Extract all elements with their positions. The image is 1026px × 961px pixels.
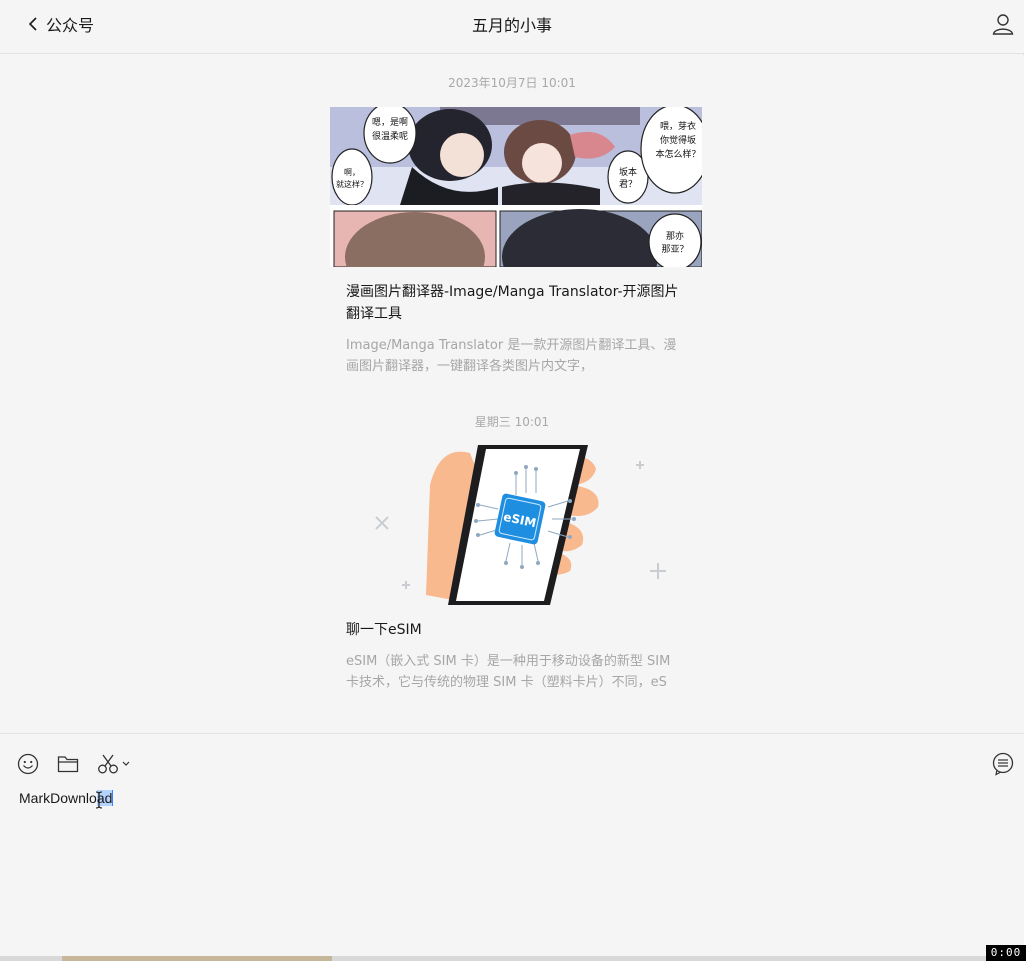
chevron-down-icon[interactable] [121,760,131,768]
article-description: eSIM（嵌入式 SIM 卡）是一种用于移动设备的新型 SIM 卡技术，它与传统… [346,654,671,690]
svg-text:喂，芽衣: 喂，芽衣 [660,120,696,132]
message-list[interactable]: 2023年10月7日 10:01 嗯，是啊 很温柔呢 啊， 就这样？ 坂本 君？… [0,55,1024,733]
svg-text:本怎么样？: 本怎么样？ [655,148,700,160]
emoji-button[interactable] [17,752,39,776]
chat-history-icon [992,752,1014,776]
svg-text:那亦: 那亦 [666,230,684,242]
svg-text:你觉得坂: 你觉得坂 [660,134,696,146]
message-composer: MarkDownload [0,733,1024,956]
esim-cover-image: eSIM [330,445,702,605]
screenshot-button[interactable] [97,752,131,776]
svg-text:啊，: 啊， [344,168,360,177]
recording-timer: 0:00 [986,945,1026,961]
svg-text:就这样？: 就这样？ [336,179,368,189]
manga-cover-image: 嗯，是啊 很温柔呢 啊， 就这样？ 坂本 君？ 喂，芽衣 你觉得坂 本怎么样？ [330,107,702,267]
profile-icon[interactable] [992,12,1014,36]
svg-text:嗯，是啊: 嗯，是啊 [372,117,408,128]
article-description: Image/Manga Translator 是一款开源图片翻译工具、漫画图片翻… [346,338,677,374]
chat-title: 五月的小事 [471,16,552,35]
ibeam-cursor-icon [95,791,103,809]
svg-text:君？: 君？ [619,179,637,190]
svg-text:很温柔呢: 很温柔呢 [372,130,408,142]
chat-header: 公众号 五月的小事 [0,0,1024,54]
message-timestamp: 星期三 10:01 [474,415,550,429]
scissors-icon [98,754,118,774]
taskbar-strip [0,956,1026,961]
taskbar-thumbnail [62,956,332,961]
emoji-icon [17,753,39,775]
article-card[interactable]: 嗯，是啊 很温柔呢 啊， 就这样？ 坂本 君？ 喂，芽衣 你觉得坂 本怎么样？ [330,107,702,377]
article-card[interactable]: eSIM 聊一下eSIM eSIM（嵌入式 SIM 卡）是一种用于移动设备的新型… [330,445,702,693]
chat-window: 公众号 五月的小事 2023年10月7日 10:01 嗯，是啊 很温柔呢 啊， … [0,0,1024,956]
article-title: 漫画图片翻译器-Image/Manga Translator-开源图片翻译工具 [346,284,679,322]
send-file-button[interactable] [57,752,79,776]
svg-text:坂本: 坂本 [619,166,637,178]
folder-icon [57,756,79,773]
svg-text:那亚？: 那亚？ [661,244,688,255]
article-title: 聊一下eSIM [346,622,422,638]
chat-history-button[interactable] [992,752,1014,776]
text-caret [112,790,114,806]
message-timestamp: 2023年10月7日 10:01 [448,76,576,90]
input-text: MarkDownlo [19,790,97,806]
